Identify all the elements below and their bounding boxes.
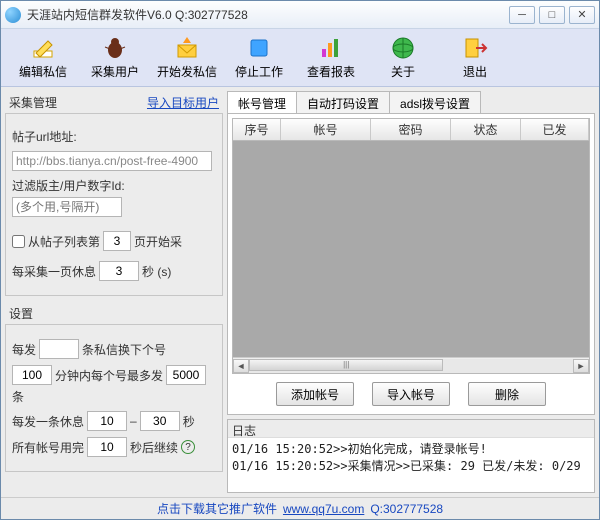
log-body: 01/16 15:20:52>>初始化完成，请登录帐号! 01/16 15:20… bbox=[228, 438, 594, 492]
col-account: 帐号 bbox=[281, 119, 371, 140]
add-account-button[interactable]: 添加帐号 bbox=[276, 382, 354, 406]
main-area: 采集管理 导入目标用户 帖子url地址: 过滤版主/用户数字Id: 从帖子列表第… bbox=[1, 87, 599, 497]
table-body[interactable] bbox=[233, 141, 589, 357]
about-button[interactable]: 关于 bbox=[367, 32, 439, 84]
settings-group-label: 设置 bbox=[9, 305, 219, 322]
url-input[interactable] bbox=[12, 151, 212, 171]
col-sent: 已发 bbox=[521, 119, 589, 140]
titlebar: 天涯站内短信群发软件V6.0 Q:302777528 ─ □ ✕ bbox=[1, 1, 599, 29]
filter-label: 过滤版主/用户数字Id: bbox=[12, 177, 125, 194]
msgrest-sep: – bbox=[130, 414, 137, 428]
startpage-input[interactable] bbox=[103, 231, 131, 251]
delete-account-button[interactable]: 删除 bbox=[468, 382, 546, 406]
bug-icon bbox=[102, 35, 128, 61]
edit-msg-button[interactable]: 编辑私信 bbox=[7, 32, 79, 84]
settings-group: 每发 条私信换下个号 分钟内每个号最多发 条 每发一条休息 – 秒 bbox=[5, 324, 223, 472]
collect-group: 帖子url地址: 过滤版主/用户数字Id: 从帖子列表第 页开始采 每采集一页休… bbox=[5, 113, 223, 296]
col-password: 密码 bbox=[371, 119, 451, 140]
toolbar: 编辑私信 采集用户 开始发私信 停止工作 查看报表 关于 退出 bbox=[1, 29, 599, 87]
footer: 点击下载其它推广软件 www.qq7u.com Q:302777528 bbox=[1, 497, 599, 519]
tab-captcha[interactable]: 自动打码设置 bbox=[296, 91, 390, 113]
scroll-right-icon[interactable]: ► bbox=[573, 359, 589, 373]
help-icon[interactable]: ? bbox=[181, 440, 195, 454]
allacct-pre: 所有帐号用完 bbox=[12, 439, 84, 456]
scroll-left-icon[interactable]: ◄ bbox=[233, 359, 249, 373]
start-send-button[interactable]: 开始发私信 bbox=[151, 32, 223, 84]
left-pane: 采集管理 导入目标用户 帖子url地址: 过滤版主/用户数字Id: 从帖子列表第… bbox=[5, 91, 223, 493]
limit-mid: 分钟内每个号最多发 bbox=[55, 367, 163, 384]
limit-max-input[interactable] bbox=[166, 365, 206, 385]
pencil-icon bbox=[30, 35, 56, 61]
exit-button[interactable]: 退出 bbox=[439, 32, 511, 84]
footer-qq: Q:302777528 bbox=[370, 502, 443, 516]
envelope-up-icon bbox=[174, 35, 200, 61]
tab-accounts[interactable]: 帐号管理 bbox=[227, 91, 297, 113]
report-button[interactable]: 查看报表 bbox=[295, 32, 367, 84]
log-panel: 日志 01/16 15:20:52>>初始化完成，请登录帐号! 01/16 15… bbox=[227, 419, 595, 493]
tab-adsl[interactable]: adsl拨号设置 bbox=[389, 91, 481, 113]
url-label: 帖子url地址: bbox=[12, 128, 77, 145]
startpage-checkbox[interactable] bbox=[12, 235, 25, 248]
msgrest-hi-input[interactable] bbox=[140, 411, 180, 431]
filter-input[interactable] bbox=[12, 197, 122, 217]
window-title: 天涯站内短信群发软件V6.0 Q:302777528 bbox=[27, 6, 509, 23]
close-button[interactable]: ✕ bbox=[569, 6, 595, 24]
tabs: 帐号管理 自动打码设置 adsl拨号设置 bbox=[227, 91, 595, 113]
footer-text: 点击下载其它推广软件 bbox=[157, 500, 277, 517]
import-target-link[interactable]: 导入目标用户 bbox=[147, 94, 219, 111]
msgrest-unit: 秒 bbox=[183, 413, 195, 430]
bar-chart-icon bbox=[318, 35, 344, 61]
scroll-thumb[interactable]: ||| bbox=[249, 359, 443, 371]
allacct-input[interactable] bbox=[87, 437, 127, 457]
stop-button[interactable]: 停止工作 bbox=[223, 32, 295, 84]
import-account-button[interactable]: 导入帐号 bbox=[372, 382, 450, 406]
globe-icon bbox=[390, 35, 416, 61]
app-window: 天涯站内短信群发软件V6.0 Q:302777528 ─ □ ✕ 编辑私信 采集… bbox=[0, 0, 600, 520]
rest-pre: 每采集一页休息 bbox=[12, 263, 96, 280]
minimize-button[interactable]: ─ bbox=[509, 6, 535, 24]
switch-input[interactable] bbox=[39, 339, 79, 359]
collect-user-button[interactable]: 采集用户 bbox=[79, 32, 151, 84]
col-status: 状态 bbox=[451, 119, 521, 140]
right-pane: 帐号管理 自动打码设置 adsl拨号设置 序号 帐号 密码 状态 已发 ◄ bbox=[227, 91, 595, 493]
exit-icon bbox=[462, 35, 488, 61]
limit-min-input[interactable] bbox=[12, 365, 52, 385]
collect-group-label: 采集管理 bbox=[9, 94, 147, 111]
table-header: 序号 帐号 密码 状态 已发 bbox=[233, 119, 589, 141]
switch-pre: 每发 bbox=[12, 341, 36, 358]
msgrest-pre: 每发一条休息 bbox=[12, 413, 84, 430]
h-scrollbar[interactable]: ◄ ||| ► bbox=[233, 357, 589, 373]
log-label: 日志 bbox=[228, 420, 594, 438]
rest-post: 秒 (s) bbox=[142, 263, 171, 280]
stop-icon bbox=[246, 35, 272, 61]
msgrest-lo-input[interactable] bbox=[87, 411, 127, 431]
startpage-post: 页开始采 bbox=[134, 233, 182, 250]
account-table: 序号 帐号 密码 状态 已发 ◄ ||| ► bbox=[232, 118, 590, 374]
footer-link[interactable]: www.qq7u.com bbox=[283, 502, 364, 516]
limit-unit: 条 bbox=[12, 388, 24, 405]
col-index: 序号 bbox=[233, 119, 281, 140]
tab-body: 序号 帐号 密码 状态 已发 ◄ ||| ► 添加帐号 导入帐号 bbox=[227, 113, 595, 415]
allacct-post: 秒后继续 bbox=[130, 439, 178, 456]
switch-post: 条私信换下个号 bbox=[82, 341, 166, 358]
startpage-pre: 从帖子列表第 bbox=[28, 233, 100, 250]
maximize-button[interactable]: □ bbox=[539, 6, 565, 24]
rest-input[interactable] bbox=[99, 261, 139, 281]
app-icon bbox=[5, 7, 21, 23]
